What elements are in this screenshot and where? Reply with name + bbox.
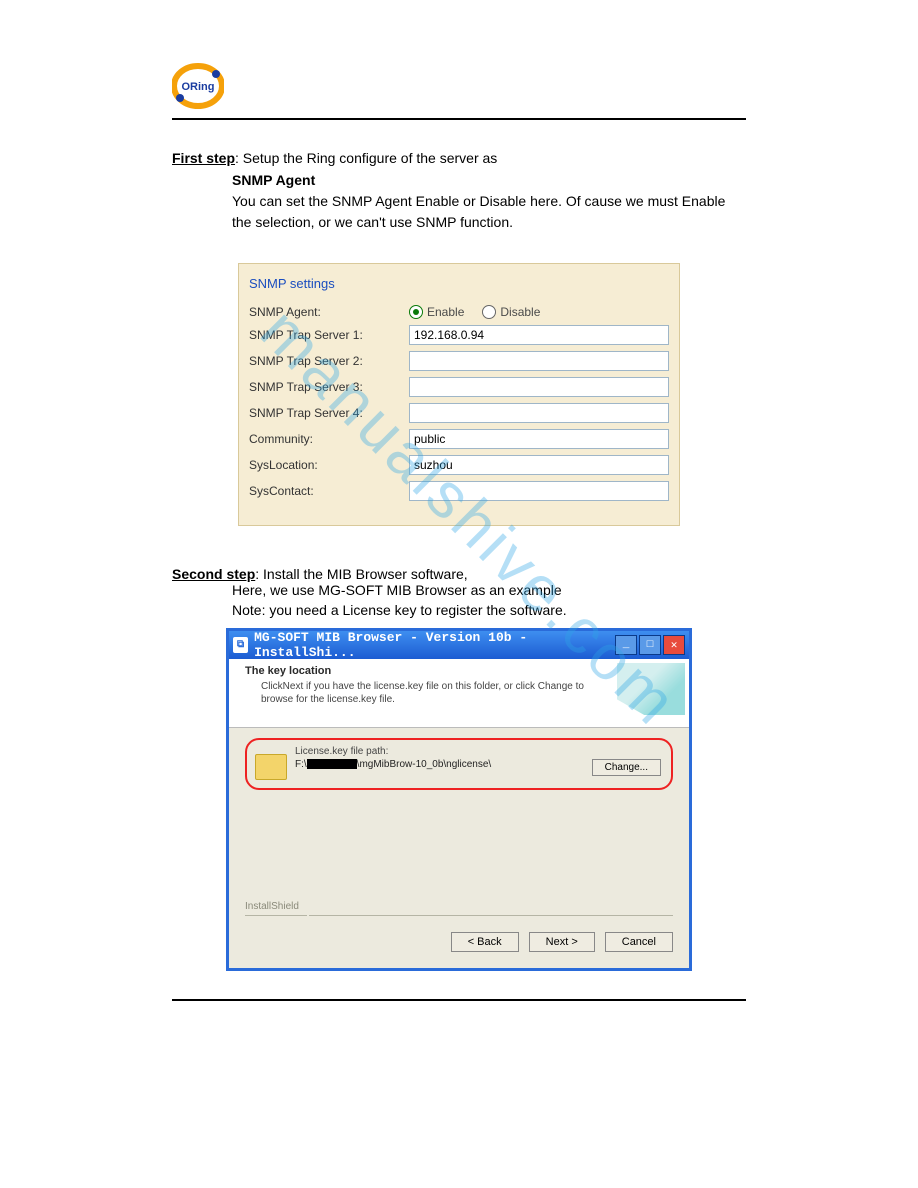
radio-enable-label: Enable <box>427 305 464 319</box>
folder-icon <box>255 754 287 780</box>
step2-rest: : Install the MIB Browser software, <box>255 566 467 582</box>
cancel-button[interactable]: Cancel <box>605 932 673 952</box>
license-path-value: F:\ \mgMibBrow-10_0b\nglicense\ <box>295 759 584 770</box>
community-input[interactable] <box>409 429 669 449</box>
syslocation-input[interactable] <box>409 455 669 475</box>
redacted-icon <box>307 759 357 769</box>
maximize-button[interactable]: □ <box>639 635 661 655</box>
snmp-settings-panel: SNMP settings SNMP Agent: Enable Disable… <box>238 263 680 526</box>
banner-title: The key location <box>245 665 679 677</box>
change-button[interactable]: Change... <box>592 759 661 776</box>
step2-line2: Here, we use MG-SOFT MIB Browser as an e… <box>232 582 746 598</box>
trap3-label: SNMP Trap Server 3: <box>249 380 409 394</box>
footer-divider <box>172 999 746 1001</box>
snmp-agent-disable-radio[interactable]: Disable <box>482 305 540 319</box>
step1-prefix: First step <box>172 150 235 166</box>
trap4-label: SNMP Trap Server 4: <box>249 406 409 420</box>
trap4-input[interactable] <box>409 403 669 423</box>
step1-body1: SNMP Agent <box>232 170 732 191</box>
next-button[interactable]: Next > <box>529 932 595 952</box>
banner-graphic-icon <box>617 663 685 715</box>
syscontact-input[interactable] <box>409 481 669 501</box>
footer-divider-left <box>245 915 307 916</box>
close-button[interactable]: ✕ <box>663 635 685 655</box>
radio-checked-icon <box>409 305 423 319</box>
radio-disable-label: Disable <box>500 305 540 319</box>
step2-line1: Second step: Install the MIB Browser sof… <box>172 566 746 582</box>
minimize-button[interactable]: _ <box>615 635 637 655</box>
footer-divider-right <box>309 915 673 916</box>
trap2-input[interactable] <box>409 351 669 371</box>
trap1-label: SNMP Trap Server 1: <box>249 328 409 342</box>
license-path-label: License.key file path: <box>295 746 584 757</box>
step1-rest: : Setup the Ring configure of the server… <box>235 150 497 166</box>
installer-dialog: ⧉ MG-SOFT MIB Browser - Version 10b - In… <box>226 628 692 971</box>
trap2-label: SNMP Trap Server 2: <box>249 354 409 368</box>
logo-row: ORing <box>172 60 746 112</box>
license-path-highlight: License.key file path: F:\ \mgMibBrow-10_… <box>245 738 673 790</box>
svg-text:ORing: ORing <box>182 81 215 93</box>
step2-prefix: Second step <box>172 566 255 582</box>
installer-titlebar[interactable]: ⧉ MG-SOFT MIB Browser - Version 10b - In… <box>229 631 689 659</box>
installer-icon: ⧉ <box>233 637 248 653</box>
syscontact-label: SysContact: <box>249 484 409 498</box>
installer-banner: The key location ClickNext if you have t… <box>229 659 689 728</box>
installer-body: License.key file path: F:\ \mgMibBrow-10_… <box>229 728 689 968</box>
snmp-title: SNMP settings <box>249 276 669 291</box>
banner-subtitle: ClickNext if you have the license.key fi… <box>261 680 591 706</box>
radio-empty-icon <box>482 305 496 319</box>
step1-heading: First step: Setup the Ring configure of … <box>172 150 746 166</box>
header-divider <box>172 118 746 120</box>
snmp-agent-label: SNMP Agent: <box>249 305 409 319</box>
back-button[interactable]: < Back <box>451 932 519 952</box>
oring-logo: ORing <box>172 60 224 112</box>
lic-prefix: F:\ <box>295 759 307 770</box>
trap1-input[interactable] <box>409 325 669 345</box>
syslocation-label: SysLocation: <box>249 458 409 472</box>
lic-suffix: \mgMibBrow-10_0b\nglicense\ <box>357 759 492 770</box>
step1-body2: You can set the SNMP Agent Enable or Dis… <box>232 193 725 230</box>
installshield-label: InstallShield <box>245 901 299 912</box>
installer-title: MG-SOFT MIB Browser - Version 10b - Inst… <box>254 630 615 660</box>
community-label: Community: <box>249 432 409 446</box>
snmp-agent-enable-radio[interactable]: Enable <box>409 305 464 319</box>
trap3-input[interactable] <box>409 377 669 397</box>
step2-line3: Note: you need a License key to register… <box>232 602 746 618</box>
